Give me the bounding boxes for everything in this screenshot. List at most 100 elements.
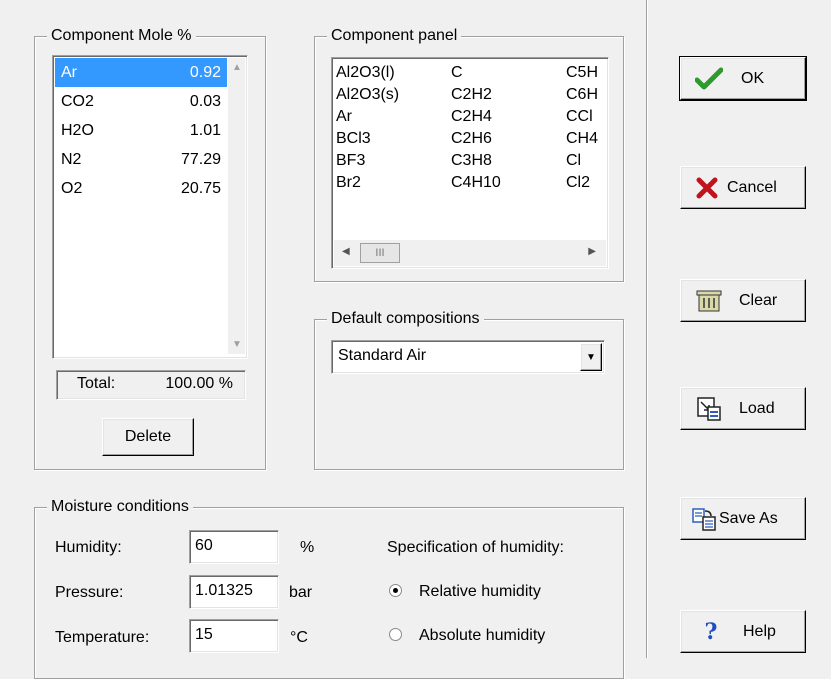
component-panel-item[interactable]: C2H2 bbox=[451, 84, 501, 106]
temperature-label: Temperature: bbox=[55, 629, 150, 646]
delete-button-label: Delete bbox=[124, 428, 172, 445]
component-panel-item[interactable]: C bbox=[451, 62, 501, 84]
trash-bin-icon bbox=[695, 289, 723, 313]
pressure-unit: bar bbox=[289, 584, 313, 601]
component-panel-item[interactable]: BCl3 bbox=[336, 128, 399, 150]
check-icon bbox=[695, 67, 723, 91]
component-panel-item[interactable]: Cl2 bbox=[566, 172, 598, 194]
save-as-button-label: Save As bbox=[719, 509, 778, 527]
scroll-down-icon[interactable]: ▼ bbox=[232, 339, 242, 350]
scroll-left-icon[interactable]: ◀ bbox=[342, 246, 350, 257]
component-panel-item[interactable]: C4H10 bbox=[451, 172, 501, 194]
component-row[interactable]: O2 20.75 bbox=[55, 174, 227, 203]
moisture-conditions-group: Moisture conditions Humidity: 60 % Press… bbox=[34, 497, 624, 679]
component-panel-item[interactable]: C2H4 bbox=[451, 106, 501, 128]
pressure-label: Pressure: bbox=[55, 584, 124, 601]
relative-humidity-radio[interactable] bbox=[389, 584, 402, 597]
component-list-scrollbar[interactable]: ▲ ▼ bbox=[228, 58, 245, 354]
component-mole-group: Component Mole % Ar 0.92 CO2 0.03 H2O 1.01 N2 7… bbox=[34, 26, 266, 470]
component-panel-hscrollbar[interactable]: ◀ III ▶ bbox=[334, 240, 606, 266]
ok-button-label: OK bbox=[741, 69, 765, 87]
cancel-button[interactable]: Cancel bbox=[680, 166, 806, 209]
component-row[interactable]: CO2 0.03 bbox=[55, 87, 227, 116]
hscroll-thumb[interactable]: III bbox=[360, 243, 400, 263]
component-panel-item[interactable]: C6H bbox=[566, 84, 598, 106]
component-row[interactable]: Ar 0.92 bbox=[55, 58, 227, 87]
component-panel-group: Component panel Al2O3(l) Al2O3(s) Ar BCl3 BF… bbox=[314, 26, 624, 282]
humidity-spec-label: Specification of humidity: bbox=[387, 539, 564, 556]
component-panel-item[interactable]: Br2 bbox=[336, 172, 399, 194]
component-mole-value: 77.29 bbox=[180, 151, 221, 168]
chevron-down-icon: ▼ bbox=[586, 351, 596, 363]
default-compositions-group: Default compositions Standard Air ▼ bbox=[314, 309, 624, 470]
help-icon: ? bbox=[704, 618, 718, 645]
save-as-button[interactable]: Save As bbox=[680, 497, 806, 540]
component-panel-item[interactable]: Al2O3(l) bbox=[336, 62, 399, 84]
temperature-input[interactable]: 15 bbox=[189, 619, 279, 653]
total-box: Total: 100.00 % bbox=[56, 370, 246, 400]
clear-button[interactable]: Clear bbox=[680, 279, 806, 322]
component-panel-item[interactable]: C2H6 bbox=[451, 128, 501, 150]
component-panel-item[interactable]: CH4 bbox=[566, 128, 598, 150]
load-file-icon bbox=[695, 396, 723, 422]
absolute-humidity-radio[interactable] bbox=[389, 628, 402, 641]
component-column-1: Al2O3(l) Al2O3(s) Ar BCl3 BF3 Br2 bbox=[336, 62, 399, 194]
component-panel-item[interactable]: C5H bbox=[566, 62, 598, 84]
component-mole-value: 0.92 bbox=[189, 64, 221, 81]
component-mole-legend: Component Mole % bbox=[47, 26, 196, 46]
component-name: Ar bbox=[61, 64, 77, 81]
close-icon bbox=[695, 177, 719, 199]
hscroll-thumb-grip: III bbox=[375, 247, 385, 259]
moisture-conditions-legend: Moisture conditions bbox=[47, 497, 193, 517]
component-mole-value: 20.75 bbox=[180, 180, 221, 197]
component-row[interactable]: N2 77.29 bbox=[55, 145, 227, 174]
component-mole-value: 1.01 bbox=[189, 122, 221, 139]
save-as-icon bbox=[691, 507, 717, 531]
humidity-input[interactable]: 60 bbox=[189, 530, 279, 564]
load-button[interactable]: Load bbox=[680, 387, 806, 430]
ok-button[interactable]: OK bbox=[679, 56, 807, 101]
scroll-right-icon[interactable]: ▶ bbox=[588, 246, 596, 257]
panel-separator bbox=[646, 0, 647, 658]
component-panel-item[interactable]: C3H8 bbox=[451, 150, 501, 172]
component-panel-item[interactable]: BF3 bbox=[336, 150, 399, 172]
total-label: Total: bbox=[77, 375, 116, 392]
component-column-3: C5H C6H CCl CH4 Cl Cl2 bbox=[566, 62, 598, 194]
cancel-button-label: Cancel bbox=[727, 178, 777, 196]
load-button-label: Load bbox=[739, 399, 775, 417]
component-panel-item[interactable]: Cl bbox=[566, 150, 598, 172]
humidity-unit: % bbox=[300, 539, 315, 556]
component-panel-item[interactable]: CCl bbox=[566, 106, 598, 128]
humidity-label: Humidity: bbox=[55, 539, 122, 556]
dropdown-button[interactable]: ▼ bbox=[580, 343, 602, 371]
relative-humidity-option[interactable]: Relative humidity bbox=[387, 580, 597, 604]
component-name: CO2 bbox=[61, 93, 94, 110]
pressure-input[interactable]: 1.01325 bbox=[189, 575, 279, 609]
default-compositions-legend: Default compositions bbox=[327, 309, 484, 329]
component-name: N2 bbox=[61, 151, 82, 168]
humidity-value: 60 bbox=[195, 537, 213, 554]
scroll-up-icon[interactable]: ▲ bbox=[232, 62, 242, 73]
temperature-value: 15 bbox=[195, 626, 213, 643]
help-button-label: Help bbox=[743, 622, 776, 640]
delete-button[interactable]: Delete bbox=[102, 418, 194, 456]
absolute-humidity-option[interactable]: Absolute humidity bbox=[387, 624, 597, 648]
component-name: O2 bbox=[61, 180, 83, 197]
component-panel-legend: Component panel bbox=[327, 26, 462, 46]
pressure-value: 1.01325 bbox=[195, 582, 253, 599]
component-name: H2O bbox=[61, 122, 94, 139]
default-composition-select[interactable]: Standard Air ▼ bbox=[331, 340, 605, 374]
temperature-unit: °C bbox=[290, 629, 308, 646]
default-composition-value: Standard Air bbox=[338, 347, 427, 364]
component-panel-item[interactable]: Ar bbox=[336, 106, 399, 128]
relative-humidity-label: Relative humidity bbox=[419, 583, 541, 600]
component-panel-item[interactable]: Al2O3(s) bbox=[336, 84, 399, 106]
component-list[interactable]: Ar 0.92 CO2 0.03 H2O 1.01 N2 77.29 O2 20.75 ▲ ▼ bbox=[52, 55, 248, 359]
component-mole-value: 0.03 bbox=[189, 93, 221, 110]
help-button[interactable]: ? Help bbox=[680, 610, 806, 653]
component-row[interactable]: H2O 1.01 bbox=[55, 116, 227, 145]
component-panel-list[interactable]: Al2O3(l) Al2O3(s) Ar BCl3 BF3 Br2 C C2H2 C2H4 C2… bbox=[331, 57, 609, 269]
total-value: 100.00 % bbox=[165, 375, 233, 392]
component-rows: Ar 0.92 CO2 0.03 H2O 1.01 N2 77.29 O2 20.75 bbox=[55, 58, 227, 354]
component-column-2: C C2H2 C2H4 C2H6 C3H8 C4H10 bbox=[451, 62, 501, 194]
